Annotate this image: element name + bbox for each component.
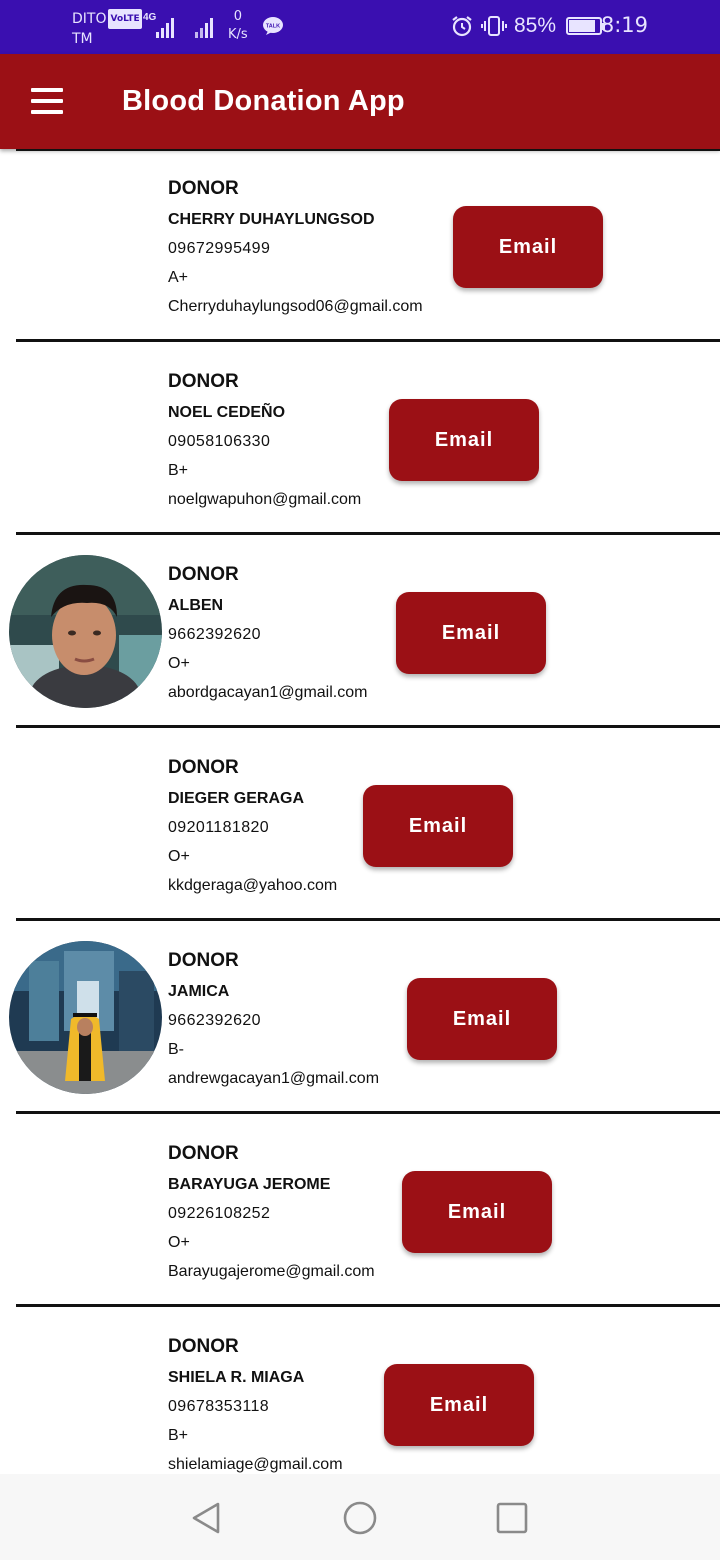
donor-phone: 09201181820 [168,819,270,836]
donor-phone: 9662392620 [168,1012,261,1029]
alarm-icon [452,16,472,37]
carrier-suffix: TM [72,31,93,47]
donor-email: Cherryduhaylungsod06@gmail.com [168,298,423,315]
donor-phone: 9662392620 [168,626,261,643]
talk-icon-text: TALK [266,24,280,30]
donor-heading: DONOR [168,1143,239,1164]
donor-photo-alben [9,555,162,708]
network-type: 4G [143,12,157,23]
donor-name: CHERRY DUHAYLUNGSOD [168,211,375,228]
donor-list-item: DONOR DIEGER GERAGA 09201181820 O+ kkdge… [0,728,720,921]
status-bar: DITO VoLTE TM 4G 0 K/s TALK 85% 8:19 [0,0,720,54]
donor-blood-type: B+ [168,462,189,479]
speed-unit: K/s [228,27,248,42]
donor-list[interactable]: DONOR CHERRY DUHAYLUNGSOD 09672995499 A+… [0,149,720,1474]
email-button[interactable]: Email [384,1364,534,1446]
donor-name: NOEL CEDEÑO [168,404,286,421]
clock: 8:19 [600,13,648,37]
donor-blood-type: O+ [168,848,190,865]
donor-name: SHIELA R. MIAGA [168,1369,305,1386]
recents-square-icon[interactable] [492,1498,532,1538]
donor-phone: 09226108252 [168,1205,271,1222]
battery-percent: 85% [514,14,557,37]
email-button[interactable]: Email [407,978,557,1060]
carrier-info: DITO VoLTE TM [72,9,142,49]
back-triangle-icon[interactable] [186,1498,226,1538]
donor-heading: DONOR [168,178,239,199]
battery-fill [569,20,596,32]
donor-heading: DONOR [168,757,239,778]
donor-phone: 09672995499 [168,240,271,257]
donor-heading: DONOR [168,1336,239,1357]
email-button[interactable]: Email [396,592,546,674]
donor-list-item: DONOR BARAYUGA JEROME 09226108252 O+ Bar… [0,1114,720,1307]
donor-phone: 09058106330 [168,433,271,450]
donor-heading: DONOR [168,371,239,392]
speed-value: 0 [233,9,242,24]
donor-heading: DONOR [168,950,239,971]
donor-email: noelgwapuhon@gmail.com [168,491,362,508]
donor-heading: DONOR [168,564,239,585]
talk-icon: TALK [263,17,283,35]
donor-name: ALBEN [168,597,224,614]
donor-phone: 09678353118 [168,1398,270,1415]
signal-icon-secondary [195,14,213,38]
donor-blood-type: O+ [168,655,190,672]
donor-avatar [9,555,162,708]
network-speed: 0 K/s [228,8,248,44]
volte-badge: VoLTE [108,9,142,29]
donor-list-item: DONOR CHERRY DUHAYLUNGSOD 09672995499 A+… [0,149,720,342]
app-bar: Blood Donation App [0,54,720,149]
donor-email: shielamiage@gmail.com [168,1456,343,1473]
donor-list-item: DONOR ALBEN 9662392620 O+ abordgacayan1@… [0,535,720,728]
email-button[interactable]: Email [389,399,539,481]
donor-list-item: DONOR NOEL CEDEÑO 09058106330 B+ noelgwa… [0,342,720,535]
donor-blood-type: B+ [168,1427,189,1444]
hamburger-menu-icon[interactable] [22,78,72,124]
status-right-icons: 85% [450,14,606,38]
email-button[interactable]: Email [453,206,603,288]
donor-name: DIEGER GERAGA [168,790,305,807]
donor-photo-jamica [9,941,162,1094]
donor-blood-type: O+ [168,1234,190,1251]
carrier-name: DITO [72,11,107,27]
system-nav-bar [0,1474,720,1560]
donor-list-item: DONOR JAMICA 9662392620 B- andrewgacayan… [0,921,720,1114]
donor-email: Barayugajerome@gmail.com [168,1263,375,1280]
email-button[interactable]: Email [402,1171,552,1253]
donor-email: andrewgacayan1@gmail.com [168,1070,380,1087]
donor-list-item: DONOR SHIELA R. MIAGA 09678353118 B+ shi… [0,1307,720,1474]
donor-name: JAMICA [168,983,230,1000]
donor-blood-type: B- [168,1041,184,1058]
vibrate-icon [481,16,507,36]
donor-blood-type: A+ [168,269,189,286]
donor-email: abordgacayan1@gmail.com [168,684,368,701]
email-button[interactable]: Email [363,785,513,867]
signal-icon [156,14,174,38]
app-title: Blood Donation App [122,85,405,117]
donor-email: kkdgeraga@yahoo.com [168,877,338,894]
donor-name: BARAYUGA JEROME [168,1176,331,1193]
donor-avatar [9,941,162,1094]
battery-icon [566,17,606,35]
home-circle-icon[interactable] [340,1498,380,1538]
